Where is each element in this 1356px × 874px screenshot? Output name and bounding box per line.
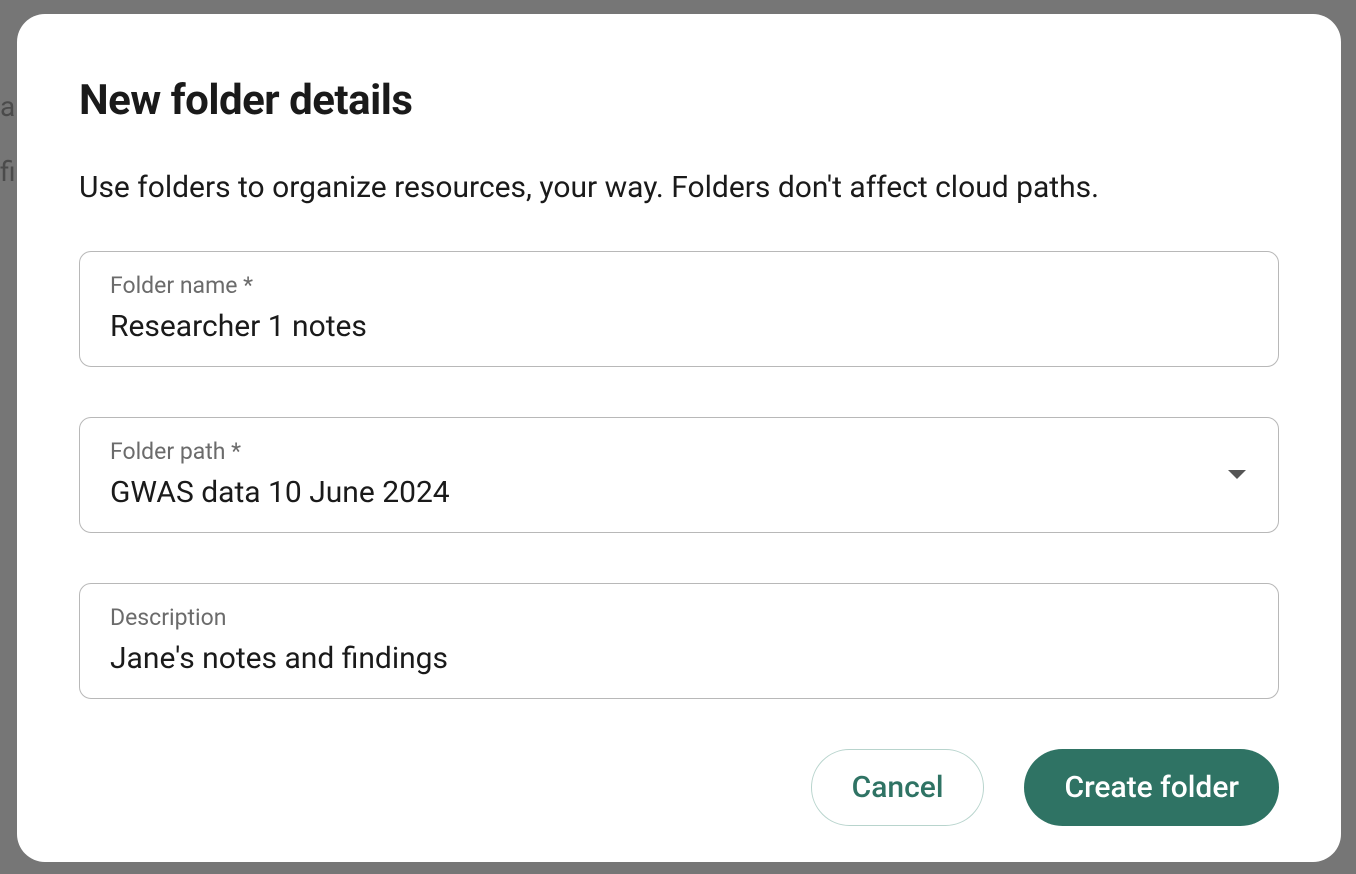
folder-name-field[interactable]: Folder name * [79,251,1279,367]
folder-path-label: Folder path * [110,438,1228,465]
folder-name-label: Folder name * [110,272,1248,299]
description-label: Description [110,604,1248,631]
modal-description: Use folders to organize resources, your … [79,167,1279,209]
modal-button-row: Cancel Create folder [79,749,1279,826]
folder-name-input[interactable] [110,309,1248,344]
folder-path-value: GWAS data 10 June 2024 [110,475,1228,510]
modal-title: New folder details [79,76,1279,125]
description-input[interactable] [110,641,1248,676]
cancel-button[interactable]: Cancel [811,749,985,826]
create-folder-button[interactable]: Create folder [1024,749,1279,826]
folder-path-field[interactable]: Folder path * GWAS data 10 June 2024 [79,417,1279,533]
new-folder-modal: New folder details Use folders to organi… [17,14,1341,862]
description-field[interactable]: Description [79,583,1279,699]
chevron-down-icon[interactable] [1228,470,1246,479]
